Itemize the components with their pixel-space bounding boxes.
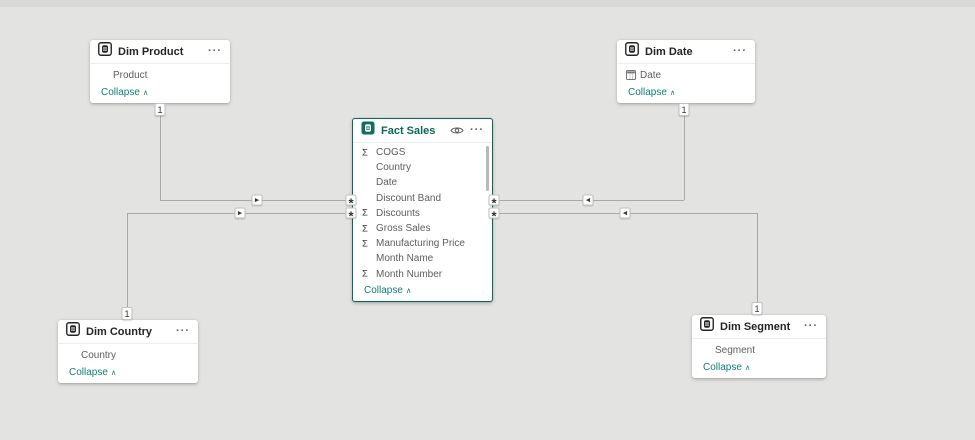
field-name: Country bbox=[81, 350, 116, 361]
field-row[interactable]: Segment bbox=[692, 341, 826, 359]
chevron-up-icon: ∧ bbox=[406, 286, 412, 295]
relationship-line-country-fact[interactable] bbox=[127, 213, 128, 320]
collapse-label: Collapse bbox=[69, 367, 108, 378]
field-row[interactable]: Country bbox=[353, 160, 492, 175]
table-card-dim-product[interactable]: Dim Product ··· Product Collapse ∧ bbox=[90, 40, 230, 103]
table-icon bbox=[700, 317, 714, 336]
cardinality-many-badge[interactable]: * bbox=[489, 195, 500, 206]
sigma-icon: Σ bbox=[362, 209, 368, 219]
sigma-icon: Σ bbox=[362, 224, 368, 234]
table-card-header[interactable]: Dim Product ··· bbox=[90, 40, 230, 64]
table-icon bbox=[625, 42, 639, 61]
table-name: Fact Sales bbox=[381, 125, 435, 137]
field-name: Month Name bbox=[376, 253, 433, 264]
field-row[interactable]: Date bbox=[617, 66, 755, 84]
cardinality-many-badge[interactable]: * bbox=[489, 208, 500, 219]
field-name: Product bbox=[113, 70, 147, 81]
chevron-up-icon: ∧ bbox=[111, 368, 117, 377]
asterisk-glyph: * bbox=[491, 209, 496, 224]
field-name: Manufacturing Price bbox=[376, 238, 465, 249]
more-options-icon[interactable]: ··· bbox=[733, 44, 747, 59]
more-options-icon[interactable]: ··· bbox=[470, 123, 484, 138]
collapse-label: Collapse bbox=[703, 362, 742, 373]
more-options-icon[interactable]: ··· bbox=[804, 319, 818, 334]
table-card-dim-date[interactable]: Dim Date ··· Date Collapse ∧ bbox=[617, 40, 755, 103]
table-icon bbox=[98, 42, 112, 61]
collapse-label: Collapse bbox=[364, 285, 403, 296]
field-list: Σ COGS Country Date Discount Band Σ Disc… bbox=[353, 143, 492, 301]
collapse-label: Collapse bbox=[101, 87, 140, 98]
field-name: COGS bbox=[376, 147, 405, 158]
field-row[interactable]: Σ COGS bbox=[353, 145, 492, 160]
relationship-line-segment-fact[interactable] bbox=[757, 213, 758, 315]
table-name: Dim Product bbox=[118, 46, 183, 58]
cardinality-one-badge[interactable]: 1 bbox=[155, 103, 166, 116]
table-name: Dim Country bbox=[86, 326, 152, 338]
cross-filter-arrow-icon[interactable]: ▶ bbox=[252, 195, 263, 206]
sigma-icon: Σ bbox=[362, 239, 368, 249]
field-row[interactable]: Σ Discounts bbox=[353, 206, 492, 221]
field-row[interactable]: Σ Manufacturing Price bbox=[353, 236, 492, 251]
calendar-icon bbox=[626, 70, 636, 80]
more-options-icon[interactable]: ··· bbox=[176, 324, 190, 339]
table-card-dim-segment[interactable]: Dim Segment ··· Segment Collapse ∧ bbox=[692, 315, 826, 378]
asterisk-glyph: * bbox=[348, 209, 353, 224]
cardinality-one-badge[interactable]: 1 bbox=[679, 103, 690, 116]
chevron-up-icon: ∧ bbox=[745, 363, 751, 372]
relationship-line-product-fact[interactable] bbox=[160, 102, 161, 200]
cardinality-one-badge[interactable]: 1 bbox=[752, 302, 763, 315]
chevron-up-icon: ∧ bbox=[143, 88, 149, 97]
table-card-header[interactable]: Dim Segment ··· bbox=[692, 315, 826, 339]
field-row[interactable]: Date bbox=[353, 175, 492, 190]
cross-filter-arrow-icon[interactable]: ▶ bbox=[235, 208, 246, 219]
field-row[interactable]: Σ Gross Sales bbox=[353, 221, 492, 236]
cross-filter-arrow-icon[interactable]: ◀ bbox=[620, 208, 631, 219]
cardinality-many-badge[interactable]: * bbox=[346, 208, 357, 219]
field-list: Date Collapse ∧ bbox=[617, 64, 755, 103]
relationship-line-date-fact[interactable] bbox=[684, 102, 685, 200]
table-name: Dim Segment bbox=[720, 321, 790, 333]
field-list: Segment Collapse ∧ bbox=[692, 339, 826, 378]
field-name: Date bbox=[376, 177, 397, 188]
field-name: Month Number bbox=[376, 269, 442, 280]
field-list: Product Collapse ∧ bbox=[90, 64, 230, 103]
field-list: Country Collapse ∧ bbox=[58, 344, 198, 383]
field-name: Discount Band bbox=[376, 193, 441, 204]
field-row[interactable]: Country bbox=[58, 346, 198, 364]
field-name: Segment bbox=[715, 345, 755, 356]
table-icon bbox=[66, 322, 80, 341]
field-name: Country bbox=[376, 162, 411, 173]
more-options-icon[interactable]: ··· bbox=[208, 44, 222, 59]
table-name: Dim Date bbox=[645, 46, 693, 58]
table-card-fact-sales[interactable]: Fact Sales ··· Σ COGS Country Date Disco… bbox=[352, 118, 493, 302]
collapse-link[interactable]: Collapse ∧ bbox=[90, 84, 230, 103]
field-row[interactable]: Discount Band bbox=[353, 191, 492, 206]
cardinality-many-badge[interactable]: * bbox=[346, 195, 357, 206]
collapse-link[interactable]: Collapse ∧ bbox=[692, 359, 826, 378]
table-card-header[interactable]: Fact Sales ··· bbox=[353, 119, 492, 143]
cardinality-one-badge[interactable]: 1 bbox=[122, 307, 133, 320]
table-card-header[interactable]: Dim Date ··· bbox=[617, 40, 755, 64]
cross-filter-arrow-icon[interactable]: ◀ bbox=[583, 195, 594, 206]
field-row[interactable]: Month Name bbox=[353, 251, 492, 266]
collapse-link[interactable]: Collapse ∧ bbox=[58, 364, 198, 383]
window-edge bbox=[0, 0, 975, 7]
sigma-icon: Σ bbox=[362, 269, 368, 279]
table-card-header[interactable]: Dim Country ··· bbox=[58, 320, 198, 344]
chevron-up-icon: ∧ bbox=[670, 88, 676, 97]
field-name: Discounts bbox=[376, 208, 420, 219]
visibility-eye-icon[interactable] bbox=[450, 125, 464, 136]
field-name: Gross Sales bbox=[376, 223, 430, 234]
field-name: Date bbox=[640, 70, 661, 81]
scrollbar-thumb[interactable] bbox=[486, 146, 489, 191]
table-icon bbox=[361, 121, 375, 140]
collapse-link[interactable]: Collapse ∧ bbox=[353, 282, 492, 301]
field-row[interactable]: Product bbox=[90, 66, 230, 84]
field-row[interactable]: Σ Month Number bbox=[353, 267, 492, 282]
sigma-icon: Σ bbox=[362, 148, 368, 158]
table-card-dim-country[interactable]: Dim Country ··· Country Collapse ∧ bbox=[58, 320, 198, 383]
collapse-link[interactable]: Collapse ∧ bbox=[617, 84, 755, 103]
collapse-label: Collapse bbox=[628, 87, 667, 98]
model-view-canvas[interactable]: Dim Product ··· Product Collapse ∧ Dim D… bbox=[0, 0, 975, 440]
